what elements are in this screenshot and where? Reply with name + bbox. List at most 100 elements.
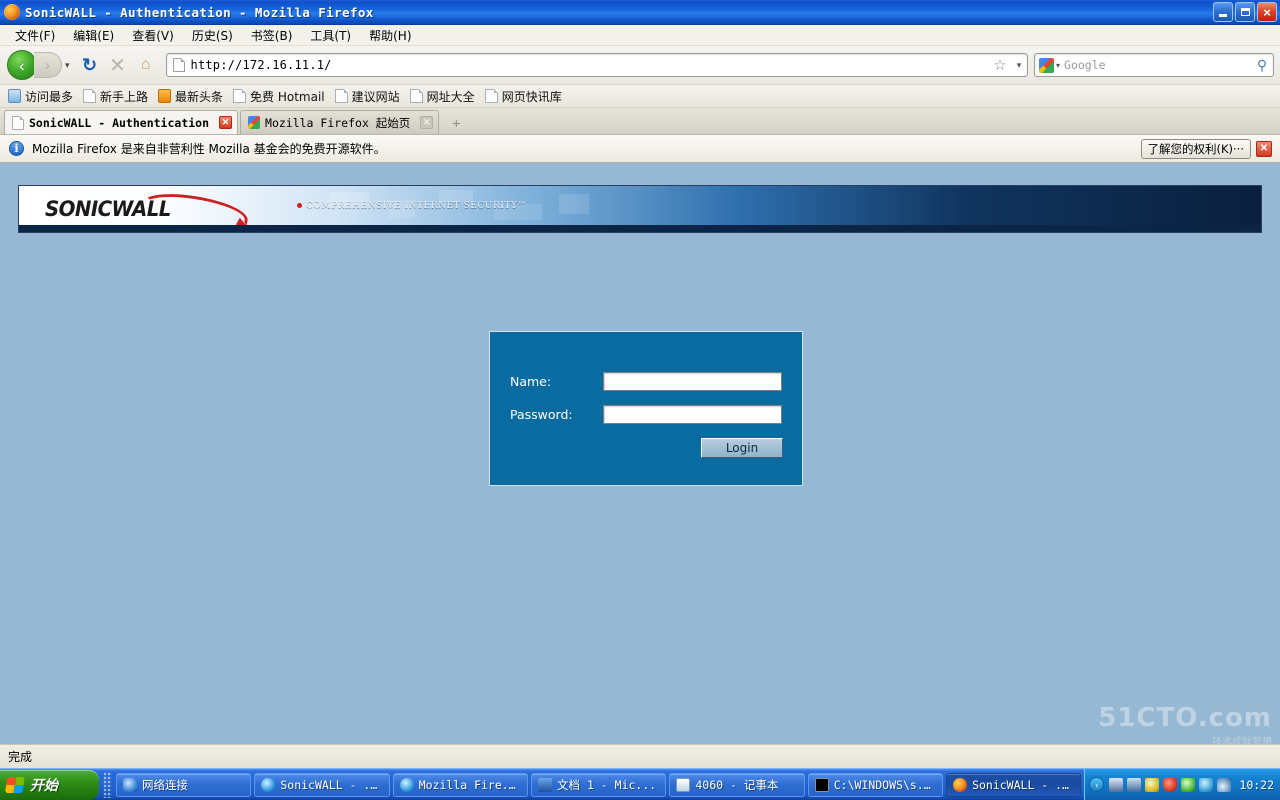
tab-label: SonicWALL - Authentication (29, 115, 210, 130)
password-field-row: Password: (510, 405, 782, 424)
menu-item-file[interactable]: 文件(F) (6, 25, 64, 46)
page-icon (334, 89, 348, 103)
clock[interactable]: 10:22 (1239, 778, 1274, 792)
watermark-text: 51CTO.com (1098, 703, 1272, 733)
update-tray-icon[interactable] (1145, 777, 1160, 792)
volume-tray-icon[interactable] (1127, 777, 1142, 792)
bookmark-star-icon[interactable]: ☆ (989, 56, 1011, 74)
close-icon[interactable]: ✕ (219, 116, 233, 129)
know-your-rights-button[interactable]: 了解您的权利(K)··· (1140, 138, 1251, 159)
url-text[interactable]: http://172.16.11.1/ (191, 58, 989, 72)
taskbar-grip[interactable] (103, 771, 112, 798)
taskbar-label: 文档 1 - Mic... (557, 777, 657, 792)
password-input[interactable] (603, 405, 782, 424)
taskbar-item-network[interactable]: 网络连接 (116, 772, 252, 797)
back-button[interactable]: ‹ (7, 50, 37, 80)
name-input[interactable] (603, 372, 782, 391)
taskbar-label: 4060 - 记事本 (695, 777, 779, 792)
login-button[interactable]: Login (701, 438, 783, 458)
watermark: 51CTO.com 技术成就梦想 (1098, 703, 1272, 744)
bookmark-item-suggested-sites[interactable]: 建议网站 (334, 88, 400, 105)
firefox-icon (953, 777, 968, 792)
search-bar[interactable]: ▾ Google ⚲ (1034, 53, 1274, 77)
taskbar-label: SonicWALL - ... (280, 777, 383, 792)
bookmark-label: 新手上路 (100, 89, 149, 104)
firefox-icon (4, 4, 20, 20)
tagline-tm: ™ (517, 201, 528, 211)
rss-icon (158, 89, 172, 103)
chevron-down-icon[interactable]: ▾ (1011, 60, 1027, 71)
globe-icon (8, 89, 21, 103)
menu-item-view[interactable]: 查看(V) (123, 25, 183, 46)
menu-item-edit[interactable]: 编辑(E) (64, 25, 123, 46)
tab-sonicwall-authentication[interactable]: SonicWALL - Authentication ✕ (4, 110, 239, 134)
menu-bar: 文件(F) 编辑(E) 查看(V) 历史(S) 书签(B) 工具(T) 帮助(H… (0, 25, 1280, 46)
home-icon[interactable]: ⌂ (133, 56, 159, 74)
bookmark-item-latest-headlines[interactable]: 最新头条 (158, 88, 223, 105)
word-icon (538, 777, 553, 792)
page-icon (409, 89, 423, 103)
name-field-row: Name: (510, 372, 782, 391)
ie-icon (261, 777, 276, 792)
network-icon (123, 777, 137, 792)
window-title: SonicWALL - Authentication - Mozilla Fir… (25, 4, 374, 20)
close-icon[interactable]: ✕ (420, 116, 434, 129)
close-button[interactable]: × (1257, 2, 1277, 22)
chevron-left-icon[interactable]: ‹ (1089, 777, 1105, 792)
page-icon (172, 58, 185, 72)
bookmark-item-web-directory[interactable]: 网址大全 (409, 88, 475, 105)
chevron-down-icon[interactable]: ▾ (1056, 61, 1060, 70)
minimize-button[interactable] (1213, 2, 1233, 22)
tab-firefox-start-page[interactable]: Mozilla Firefox 起始页 ✕ (240, 110, 440, 134)
safe-tray-icon[interactable] (1181, 777, 1196, 792)
close-icon[interactable]: ✕ (1256, 140, 1272, 157)
tab-bar: SonicWALL - Authentication ✕ Mozilla Fir… (0, 108, 1280, 135)
page-icon (484, 89, 498, 103)
forward-button[interactable]: › (34, 52, 62, 78)
window-controls: × (1213, 2, 1277, 22)
network-tray-icon[interactable] (1109, 777, 1124, 792)
menu-item-history[interactable]: 历史(S) (183, 25, 242, 46)
taskbar-item-word-document[interactable]: 文档 1 - Mic... (531, 772, 667, 797)
bookmark-item-most-visited[interactable]: 访问最多 (8, 88, 73, 105)
tagline-text: COMPREHENSIVE INTERNET SECURITY (306, 201, 518, 211)
name-label: Name: (510, 374, 552, 389)
bookmark-item-hotmail[interactable]: 免费 Hotmail (233, 88, 325, 105)
wireless-tray-icon[interactable] (1217, 777, 1232, 792)
taskbar-item-notepad[interactable]: 4060 - 记事本 (669, 772, 805, 797)
bookmark-item-getting-started[interactable]: 新手上路 (83, 88, 148, 105)
start-label: 开始 (30, 777, 58, 794)
taskbar-item-sonicwall-firefox[interactable]: SonicWALL - ... (946, 772, 1082, 797)
banner-tagline: COMPREHENSIVE INTERNET SECURITY™ (297, 201, 527, 211)
menu-item-help[interactable]: 帮助(H) (360, 25, 420, 46)
start-button[interactable]: 开始 (0, 769, 99, 800)
bookmark-item-news-feed[interactable]: 网页快讯库 (484, 88, 562, 105)
login-form: Name: Password: Login (489, 331, 803, 486)
search-input[interactable]: Google (1064, 58, 1251, 72)
info-icon: i (9, 141, 24, 156)
navigation-toolbar: ‹ › ▾ ↻ ✕ ⌂ http://172.16.11.1/ ☆ ▾ ▾ Go… (0, 46, 1280, 85)
taskbar-item-command-prompt[interactable]: C:\WINDOWS\s... (807, 772, 944, 797)
menu-item-bookmarks[interactable]: 书签(B) (242, 25, 302, 46)
taskbar-item-mozilla-firefox[interactable]: Mozilla Fire... (392, 772, 529, 797)
google-icon (248, 116, 261, 129)
taskbar-item-sonicwall-ie[interactable]: SonicWALL - ... (254, 772, 390, 797)
address-bar[interactable]: http://172.16.11.1/ ☆ ▾ (165, 53, 1028, 77)
system-tray: ‹ 10:22 (1084, 768, 1280, 800)
window-titlebar[interactable]: SonicWALL - Authentication - Mozilla Fir… (0, 0, 1280, 25)
ie-icon (399, 777, 414, 792)
shield-tray-icon[interactable] (1163, 777, 1178, 792)
bookmarks-bar: 访问最多 新手上路 最新头条 免费 Hotmail 建议网站 网址大全 网页快讯… (0, 85, 1280, 108)
chevron-down-icon[interactable]: ▾ (65, 60, 70, 71)
page-content: SONICWALL COMPREHENSIVE INTERNET SECURIT… (0, 163, 1280, 744)
reload-icon[interactable]: ↻ (77, 55, 103, 76)
plant-tray-icon[interactable] (1199, 777, 1214, 792)
maximize-button[interactable] (1235, 2, 1255, 22)
stop-icon[interactable]: ✕ (105, 53, 131, 78)
bookmark-label: 访问最多 (25, 89, 74, 104)
taskbar-label: SonicWALL - ... (972, 777, 1075, 792)
search-icon[interactable]: ⚲ (1251, 57, 1273, 74)
taskbar-label: Mozilla Fire... (418, 777, 522, 792)
new-tab-button[interactable]: + (445, 112, 467, 134)
menu-item-tools[interactable]: 工具(T) (301, 25, 360, 46)
